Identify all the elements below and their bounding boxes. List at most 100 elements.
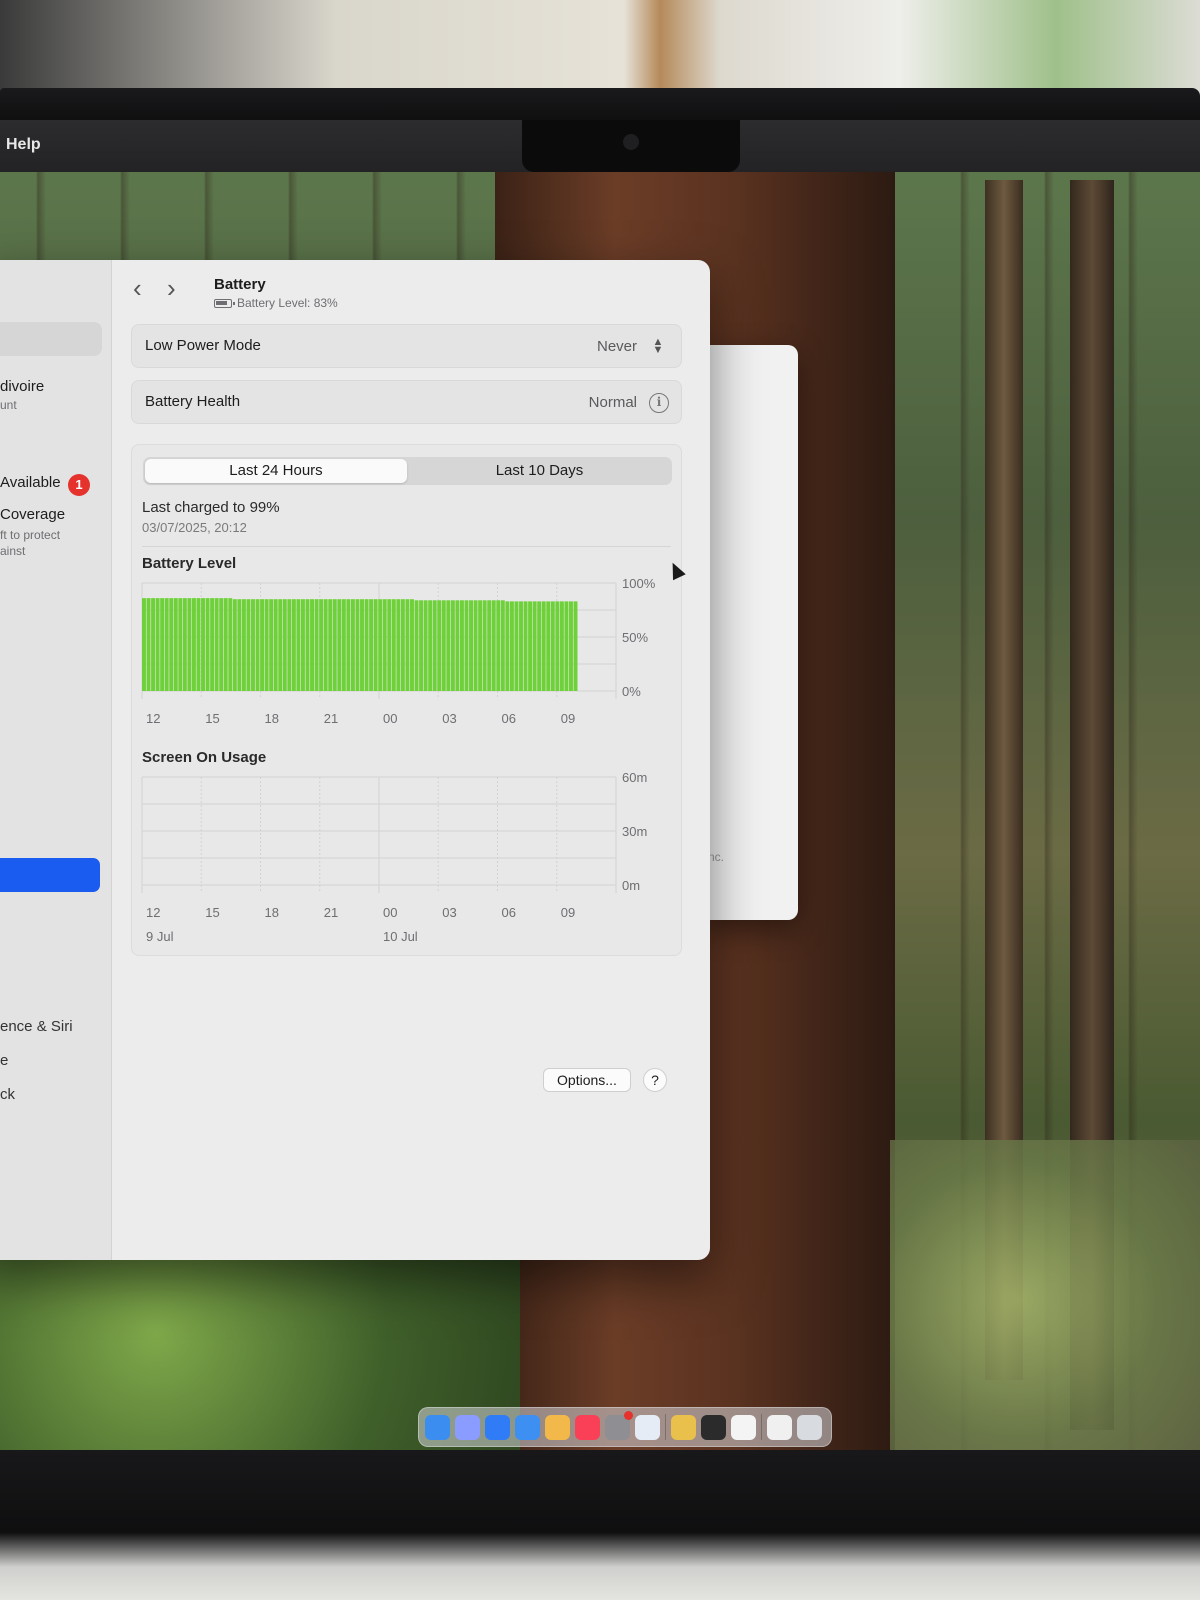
chart-bar	[550, 601, 555, 691]
range-segmented-control[interactable]: Last 24 Hours Last 10 Days	[143, 457, 672, 485]
chevron-right-icon[interactable]: ›	[167, 275, 189, 301]
x-tick-label: 09	[561, 711, 575, 726]
photos-icon[interactable]	[545, 1414, 570, 1440]
sidebar-item[interactable]: ck	[0, 1086, 15, 1103]
chart-bar	[441, 600, 446, 691]
x-tick-label: 09	[561, 905, 575, 920]
chart-bar	[269, 599, 274, 691]
chart-bar	[491, 600, 496, 691]
sidebar-item-battery-selected[interactable]	[0, 858, 100, 892]
date-label: 10 Jul	[383, 929, 418, 944]
chart-bar	[400, 599, 405, 691]
system-settings-icon[interactable]	[605, 1410, 633, 1440]
x-tick-label: 12	[146, 905, 160, 920]
textedit-icon[interactable]	[731, 1414, 756, 1440]
chart-bar	[573, 601, 578, 691]
chart-bar	[500, 600, 505, 691]
y-tick-label: 50%	[622, 630, 648, 645]
launchpad-icon[interactable]	[455, 1414, 480, 1440]
battery-pane: ‹ › Battery Battery Level: 83% Low Power…	[113, 260, 710, 1260]
chart-bar	[487, 600, 492, 691]
chart-bar	[291, 599, 296, 691]
divider	[142, 546, 671, 547]
chart-bar	[332, 599, 337, 691]
screen: Help nc. divoire unt Available 1 Coverag…	[0, 120, 1200, 1455]
chart-bar	[300, 599, 305, 691]
chart-bar	[478, 600, 483, 691]
chart-bar	[378, 599, 383, 691]
chart-bar	[555, 601, 560, 691]
sidebar-search-field[interactable]	[0, 322, 102, 356]
document-icon[interactable]	[767, 1414, 792, 1440]
dock	[418, 1407, 832, 1447]
chart-bar	[459, 600, 464, 691]
chart-bar	[310, 599, 315, 691]
background-window[interactable]: nc.	[700, 345, 798, 920]
x-tick-label: 21	[324, 711, 338, 726]
chart-bar	[160, 598, 165, 691]
chart-bar	[232, 599, 237, 691]
room-background	[0, 0, 1200, 100]
chart-bar	[455, 600, 460, 691]
chart-bar	[505, 601, 510, 691]
chart-bar	[346, 599, 351, 691]
chart-bar	[509, 601, 514, 691]
battery-health-label: Battery Health	[145, 393, 241, 410]
tab-last-24-hours[interactable]: Last 24 Hours	[145, 459, 407, 483]
screen-usage-chart-title: Screen On Usage	[142, 749, 267, 766]
help-button[interactable]: ?	[643, 1068, 667, 1092]
chart-bar	[432, 600, 437, 691]
finder-icon[interactable]	[425, 1414, 450, 1440]
dock-separator	[665, 1414, 666, 1440]
chart-bar	[296, 599, 301, 691]
menu-help[interactable]: Help	[6, 136, 41, 154]
chart-bar	[423, 600, 428, 691]
chart-bar	[482, 600, 487, 691]
chart-bar	[387, 599, 392, 691]
chart-bar	[219, 598, 224, 691]
chart-bar	[255, 599, 260, 691]
trash-icon[interactable]	[797, 1414, 822, 1440]
sidebar-item-siri[interactable]: ence & Siri	[0, 1018, 73, 1035]
low-power-mode-value[interactable]: Never	[597, 338, 637, 355]
last-charged-text: Last charged to 99%	[142, 499, 280, 516]
notification-badge: 1	[68, 474, 90, 496]
low-power-mode-row[interactable]: Low Power Mode Never ▲ ▼	[131, 324, 682, 368]
chevron-left-icon[interactable]: ‹	[133, 275, 155, 301]
sidebar-item-updates[interactable]: Available	[0, 474, 61, 491]
y-tick-label: 60m	[622, 770, 647, 785]
chart-bar	[464, 600, 469, 691]
tab-last-10-days[interactable]: Last 10 Days	[409, 459, 670, 483]
chart-bar	[355, 599, 360, 691]
chart-bar	[151, 598, 156, 691]
terminal-icon[interactable]	[701, 1414, 726, 1440]
sidebar-item-coverage[interactable]: Coverage	[0, 506, 65, 523]
chart-bar	[201, 598, 205, 691]
chart-bar	[391, 599, 396, 691]
mail-icon[interactable]	[515, 1414, 540, 1440]
chart-bar	[142, 598, 146, 691]
chart-bar	[282, 599, 287, 691]
preview-icon[interactable]	[635, 1414, 660, 1440]
chart-bar	[537, 601, 542, 691]
chart-bar	[228, 598, 233, 691]
x-tick-label: 15	[205, 905, 219, 920]
popup-stepper-icon[interactable]: ▲ ▼	[651, 337, 665, 356]
chart-bar	[241, 599, 246, 691]
chart-bar	[205, 598, 210, 691]
options-button[interactable]: Options...	[543, 1068, 631, 1092]
x-tick-label: 18	[265, 905, 279, 920]
page-title: Battery	[214, 276, 266, 293]
sidebar-item[interactable]: e	[0, 1052, 8, 1069]
low-power-mode-label: Low Power Mode	[145, 337, 261, 354]
chart-bar	[287, 599, 292, 691]
wallpaper-foliage	[890, 1140, 1200, 1455]
sidebar-account-name[interactable]: divoire	[0, 378, 44, 395]
chart-bar	[360, 599, 364, 691]
music-icon[interactable]	[575, 1414, 600, 1440]
chrome-icon[interactable]	[671, 1414, 696, 1440]
chart-bar	[328, 599, 333, 691]
chart-bar	[546, 601, 551, 691]
safari-icon[interactable]	[485, 1414, 510, 1440]
info-icon[interactable]: i	[649, 393, 669, 413]
